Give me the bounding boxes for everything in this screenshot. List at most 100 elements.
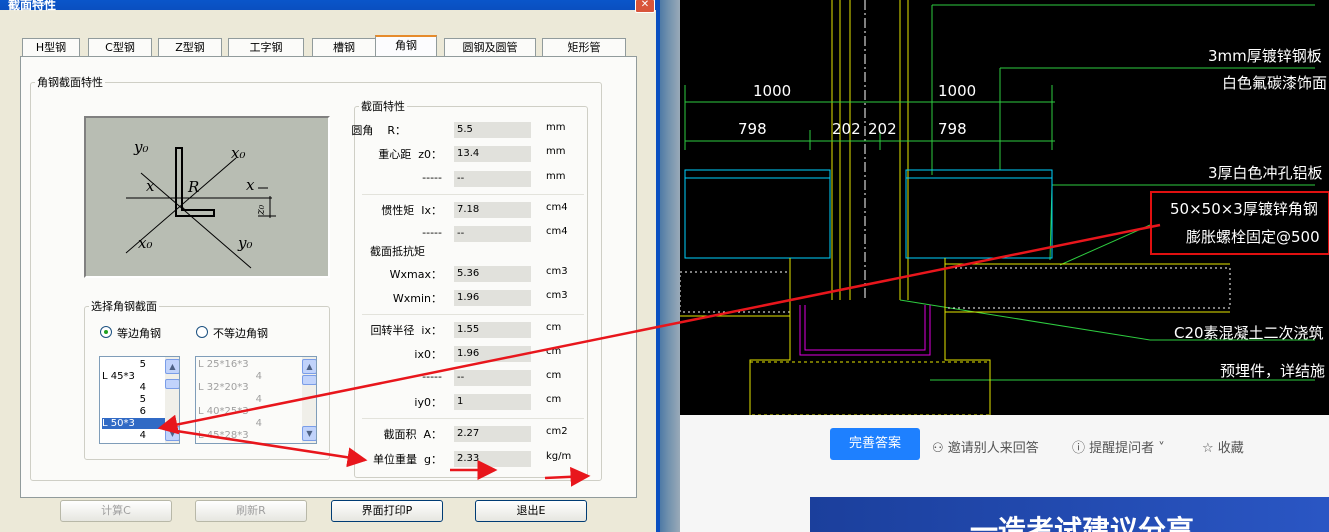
tab-z-steel[interactable]: Z型钢 <box>158 38 222 56</box>
list-item[interactable]: 4 <box>102 430 146 441</box>
equal-angle-list[interactable]: 5 L 45*3 4 5 6 L 50*3 4 ▲ ▼ <box>99 356 180 444</box>
list-item[interactable]: 6 <box>102 406 146 417</box>
radio-equal-label: 等边角钢 <box>117 327 161 340</box>
chevron-down-icon: ˅ <box>1154 441 1165 456</box>
scroll-down-icon[interactable]: ▼ <box>165 426 179 441</box>
prop-value: 7.18 <box>454 202 531 218</box>
list-item[interactable]: L 25*16*3 <box>198 359 288 370</box>
note-steel-plate: 3mm厚镀锌钢板 <box>1208 47 1322 65</box>
list-scrollbar[interactable]: ▲ ▼ <box>165 357 179 443</box>
prop-unit: cm4 <box>546 226 568 237</box>
tab-rect-tube[interactable]: 矩形管 <box>542 38 626 56</box>
prop-unit: mm <box>546 146 566 157</box>
calc-button[interactable]: 计算C <box>60 500 172 522</box>
list-scrollbar[interactable]: ▲ ▼ <box>302 357 316 443</box>
scroll-up-icon[interactable]: ▲ <box>302 359 316 374</box>
radio-dot[interactable] <box>196 326 208 338</box>
label-y0-top: y₀ <box>133 138 149 156</box>
tab-h-steel[interactable]: H型钢 <box>22 38 80 56</box>
print-button[interactable]: 界面打印P <box>331 500 443 522</box>
prop-row-empty: ----- -- cm <box>362 370 582 390</box>
list-item[interactable]: 4 <box>198 371 262 382</box>
prop-label: ----- <box>422 370 442 383</box>
list-item[interactable]: 4 <box>198 394 262 405</box>
prop-unit: cm4 <box>546 202 568 213</box>
close-icon[interactable]: ✕ <box>635 0 655 13</box>
scroll-thumb[interactable] <box>302 375 316 385</box>
unequal-angle-list[interactable]: L 25*16*3 4 L 32*20*3 4 L 40*25*3 4 L 45… <box>195 356 317 444</box>
scroll-down-icon[interactable]: ▼ <box>302 426 316 441</box>
list-item[interactable]: L 40*25*3 <box>198 406 288 417</box>
prop-value: 5.5 <box>454 122 531 138</box>
improve-answer-button[interactable]: 完善答案 <box>830 428 920 460</box>
list-item[interactable]: L 45*28*3 <box>198 430 288 441</box>
invite-link[interactable]: ⚇ 邀请别人来回答 <box>932 437 1039 456</box>
tab-angle-steel[interactable]: 角钢 <box>375 35 437 58</box>
tab-channel[interactable]: 槽钢 <box>312 38 376 56</box>
prop-unit: kg/m <box>546 451 572 462</box>
prop-label: 截面积 A： <box>383 428 442 441</box>
prop-label: iy0： <box>414 396 442 409</box>
tab-i-beam[interactable]: 工字钢 <box>228 38 304 56</box>
prop-value: 2.27 <box>454 426 531 442</box>
scroll-thumb[interactable] <box>165 379 179 389</box>
separator <box>362 418 584 419</box>
prop-label: 重心距 z0： <box>378 148 442 161</box>
prop-row-z0: 重心距 z0： 13.4 mm <box>362 146 582 166</box>
label-y0-bottom: y₀ <box>237 234 253 252</box>
prop-unit: mm <box>546 171 566 182</box>
prop-value: 1.96 <box>454 290 531 306</box>
radio-unequal-angle[interactable]: 不等边角钢 <box>196 325 268 341</box>
prop-row-ix-radius: 回转半径 ix： 1.55 cm <box>362 322 582 342</box>
prop-value: -- <box>454 226 531 242</box>
tab-c-steel[interactable]: C型钢 <box>88 38 152 56</box>
dim-798-right: 798 <box>938 120 967 138</box>
prop-label: ix0： <box>414 348 442 361</box>
dim-1000-left: 1000 <box>753 82 792 100</box>
radio-unequal-label: 不等边角钢 <box>213 327 268 340</box>
tab-round-tube[interactable]: 圆钢及圆管 <box>444 38 536 56</box>
list-item[interactable]: 5 <box>102 394 146 405</box>
radio-equal-angle[interactable]: 等边角钢 <box>100 325 161 341</box>
dim-1000-right: 1000 <box>938 82 977 100</box>
prop-value: -- <box>454 171 531 187</box>
prop-unit: cm3 <box>546 290 568 301</box>
note-coating: 白色氟碳漆饰面 <box>1222 74 1328 92</box>
list-item-selected[interactable]: L 50*3 <box>102 418 168 429</box>
select-group-title: 选择角钢截面 <box>91 300 157 313</box>
list-item[interactable]: 4 <box>102 382 146 393</box>
dim-202-left: 202 <box>832 120 861 138</box>
group-title: 角钢截面特性 <box>37 76 103 89</box>
list-item[interactable]: 4 <box>198 418 262 429</box>
prop-label: 圆角 R： <box>351 124 406 137</box>
radio-dot-checked[interactable] <box>100 326 112 338</box>
remind-link[interactable]: ⓘ 提醒提问者 ˅ <box>1072 437 1165 456</box>
dim-202-right: 202 <box>868 120 897 138</box>
section-modulus-label: 截面抵抗矩 <box>370 245 425 258</box>
prop-label: Wxmax： <box>389 268 442 281</box>
collect-link[interactable]: ☆ 收藏 <box>1202 437 1244 456</box>
prop-row-wxmax: Wxmax： 5.36 cm3 <box>362 266 582 286</box>
exit-button[interactable]: 退出E <box>475 500 587 522</box>
prop-label: ----- <box>422 171 442 184</box>
list-item[interactable]: L 45*3 <box>102 371 168 382</box>
note-concrete: C20素混凝土二次浇筑 <box>1174 324 1324 342</box>
separator <box>362 314 584 315</box>
angle-diagram: y₀ x₀ x R x z₀ x₀ y₀ <box>125 138 276 269</box>
promo-banner[interactable]: 一造考试建议分享 <box>810 497 1329 532</box>
list-item[interactable]: L 32*20*3 <box>198 382 288 393</box>
prop-row-empty: ----- -- mm <box>362 171 582 191</box>
prop-value: -- <box>454 370 531 386</box>
prop-unit: cm3 <box>546 266 568 277</box>
section-properties-dialog: 截面特性 ✕ H型钢 C型钢 Z型钢 工字钢 槽钢 角钢 圆钢及圆管 矩形管 角… <box>0 0 660 532</box>
prop-row-ix: 惯性矩 Ix： 7.18 cm4 <box>362 202 582 222</box>
list-item[interactable]: 5 <box>102 359 146 370</box>
scroll-up-icon[interactable]: ▲ <box>165 359 179 374</box>
refresh-button[interactable]: 刷新R <box>195 500 307 522</box>
invite-label: 邀请别人来回答 <box>947 441 1039 456</box>
label-x-left: x <box>146 177 155 195</box>
person-icon: ⚇ <box>932 441 948 456</box>
note-aluminum: 3厚白色冲孔铝板 <box>1208 164 1323 182</box>
prop-value: 1.96 <box>454 346 531 362</box>
prop-label: ----- <box>422 226 442 239</box>
